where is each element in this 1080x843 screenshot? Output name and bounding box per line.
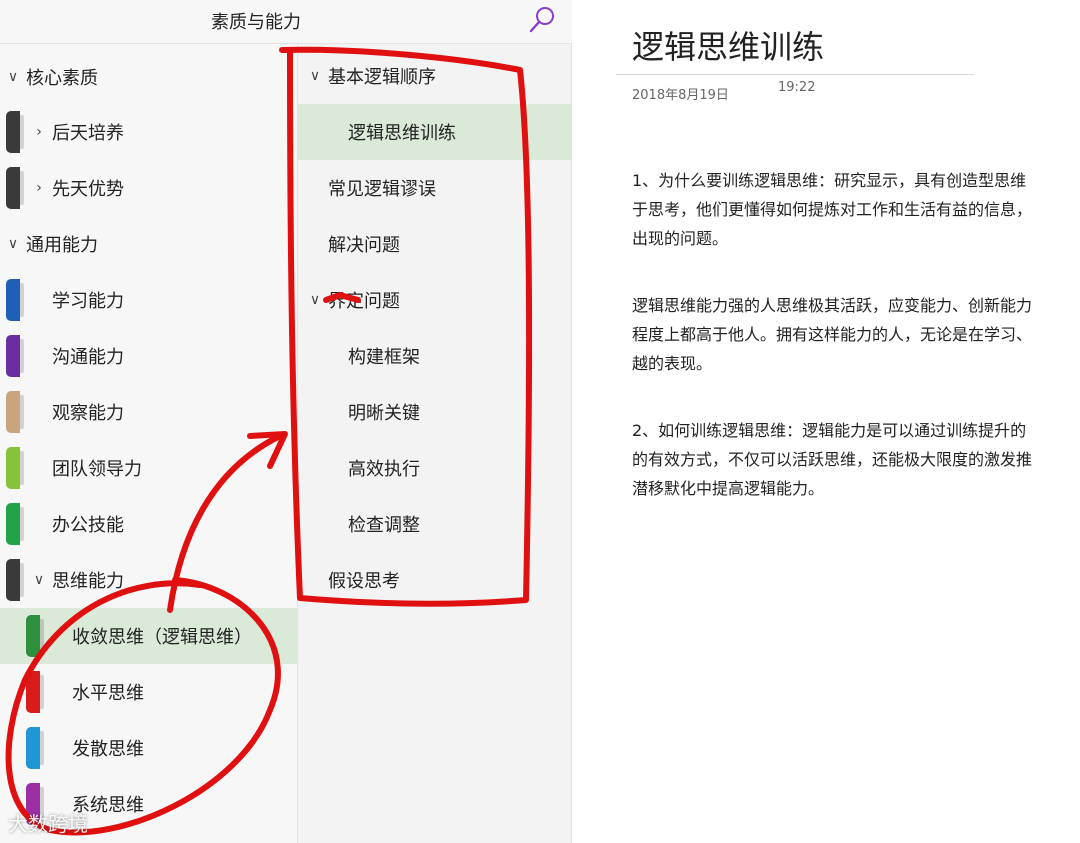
section-list: ∨ 核心素质 › 后天培养 › 先天优势 ∨ 通用能力 学习能力 沟通能力 观察… [0,0,297,843]
page-date: 2018年8月19日 [632,88,729,103]
section-item-team-leadership[interactable]: 团队领导力 [0,440,297,496]
section-label: 观察能力 [52,403,124,424]
chevron-right-icon[interactable]: › [30,180,48,196]
page-label: 假设思考 [328,571,400,592]
page-label: 界定问题 [328,291,400,312]
section-label: 水平思维 [72,683,144,704]
paragraph-line: 1、为什么要训练逻辑思维：研究显示，具有创造型思维 [632,171,1027,190]
chevron-down-icon[interactable]: ∨ [4,236,22,252]
section-tab-icon [26,727,44,769]
page-item-solve-problems[interactable]: 解决问题 [298,216,573,272]
section-item-office-skills[interactable]: 办公技能 [0,496,297,552]
page-label: 构建框架 [348,347,420,368]
section-tab-icon [6,447,24,489]
section-tab-icon [6,111,24,153]
section-item-innate[interactable]: › 先天优势 [0,160,297,216]
section-item-convergent[interactable]: 收敛思维（逻辑思维） [0,608,297,664]
paragraph-line: 于思考，他们更懂得如何提炼对工作和生活有益的信息， [632,200,1033,219]
section-item-communication[interactable]: 沟通能力 [0,328,297,384]
paragraph-line: 出现的问题。 [632,229,729,248]
paragraph-1[interactable]: 1、为什么要训练逻辑思维：研究显示，具有创造型思维 于思考，他们更懂得如何提炼对… [632,166,1080,253]
watermark: 大数跨境 [8,812,88,836]
search-icon[interactable] [526,4,558,36]
section-item-divergent[interactable]: 发散思维 [0,720,297,776]
page-item-basic-logic-order[interactable]: ∨ 基本逻辑顺序 [298,48,573,104]
paragraph-line: 的有效方式，不仅可以活跃思维，还能极大限度的激发推 [632,450,1033,469]
chevron-down-icon[interactable]: ∨ [4,69,22,85]
chevron-down-icon[interactable]: ∨ [306,292,324,308]
page-time: 19:22 [778,80,816,95]
page-label: 常见逻辑谬误 [328,179,436,200]
section-tab-icon [6,503,24,545]
section-group-label: 核心素质 [26,68,98,89]
section-label: 学习能力 [52,291,124,312]
paragraph-line: 潜移默化中提高逻辑能力。 [632,479,825,498]
section-tab-icon [6,559,24,601]
section-item-lateral[interactable]: 水平思维 [0,664,297,720]
section-group-general[interactable]: ∨ 通用能力 [0,216,297,272]
chevron-down-icon[interactable]: ∨ [306,68,324,84]
page-content[interactable]: 逻辑思维训练 2018年8月19日 19:22 1、为什么要训练逻辑思维：研究显… [572,0,1080,843]
section-label: 团队领导力 [52,459,142,480]
page-item-hypothesis[interactable]: 假设思考 [298,552,573,608]
section-label: 先天优势 [52,179,124,200]
section-group-label: 思维能力 [52,571,124,592]
section-item-learning[interactable]: 学习能力 [0,272,297,328]
section-label: 后天培养 [52,123,124,144]
page-label: 检查调整 [348,515,420,536]
page-item-check-adjust[interactable]: 检查调整 [298,496,573,552]
section-tab-icon [26,615,44,657]
paragraph-line: 程度上都高于他人。拥有这样能力的人，无论是在学习、 [632,325,1033,344]
section-tab-icon [6,167,24,209]
page-title[interactable]: 逻辑思维训练 [632,22,824,68]
paragraph-line: 逻辑思维能力强的人思维极其活跃，应变能力、创新能力 [632,296,1033,315]
page-item-define-problems[interactable]: ∨ 界定问题 [298,272,573,328]
section-group-label: 通用能力 [26,235,98,256]
section-label: 办公技能 [52,515,124,536]
section-tab-icon [6,279,24,321]
section-label: 沟通能力 [52,347,124,368]
section-tab-icon [6,391,24,433]
title-divider [616,74,974,75]
notebook-title[interactable]: 素质与能力 [0,8,512,34]
paragraph-2[interactable]: 逻辑思维能力强的人思维极其活跃，应变能力、创新能力 程度上都高于他人。拥有这样能… [632,291,1080,378]
section-item-acquired[interactable]: › 后天培养 [0,104,297,160]
section-group-thinking[interactable]: ∨ 思维能力 [0,552,297,608]
section-item-observation[interactable]: 观察能力 [0,384,297,440]
page-item-efficient-exec[interactable]: 高效执行 [298,440,573,496]
page-label: 解决问题 [328,235,400,256]
page-item-build-framework[interactable]: 构建框架 [298,328,573,384]
page-label: 高效执行 [348,459,420,480]
paragraph-line: 2、如何训练逻辑思维：逻辑能力是可以通过训练提升的 [632,421,1027,440]
section-tab-icon [26,671,44,713]
chevron-right-icon[interactable]: › [30,124,48,140]
page-label: 明晰关键 [348,403,420,424]
page-item-clarify-key[interactable]: 明晰关键 [298,384,573,440]
paragraph-line: 越的表现。 [632,354,713,373]
page-label: 逻辑思维训练 [348,123,456,144]
page-list: ∨ 基本逻辑顺序 逻辑思维训练 常见逻辑谬误 解决问题 ∨ 界定问题 构建框架 … [297,44,573,843]
page-item-logic-training[interactable]: 逻辑思维训练 [298,104,573,160]
paragraph-3[interactable]: 2、如何训练逻辑思维：逻辑能力是可以通过训练提升的 的有效方式，不仅可以活跃思维… [632,416,1080,503]
section-group-core[interactable]: ∨ 核心素质 [0,49,297,105]
section-label: 收敛思维（逻辑思维） [72,627,252,648]
chevron-down-icon[interactable]: ∨ [30,572,48,588]
notebook-header: 素质与能力 [0,0,572,44]
page-label: 基本逻辑顺序 [328,67,436,88]
page-item-common-fallacies[interactable]: 常见逻辑谬误 [298,160,573,216]
section-tab-icon [6,335,24,377]
section-label: 发散思维 [72,739,144,760]
